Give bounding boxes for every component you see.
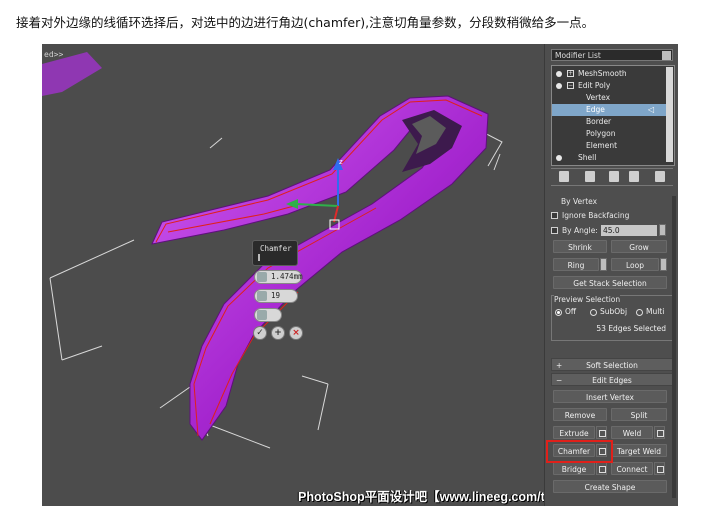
extrude-button[interactable]: Extrude	[553, 426, 595, 439]
stack-scrollbar[interactable]	[666, 67, 673, 162]
stack-item-shell[interactable]: Shell	[552, 152, 666, 164]
preview-selection-group: Preview Selection Off SubObj Multi 53 Ed…	[551, 295, 673, 341]
chamfer-amount-icon	[257, 272, 267, 282]
apply-icon[interactable]: +	[271, 326, 285, 340]
extrude-settings-icon[interactable]	[596, 426, 607, 439]
chamfer-segments-value: 19	[271, 291, 281, 300]
shrink-button[interactable]: Shrink	[553, 240, 607, 253]
tutorial-caption: 接着对外边缘的线循环选择后，对选中的边进行角边(chamfer),注意切角量参数…	[16, 15, 595, 30]
chevron-down-icon[interactable]	[662, 51, 671, 60]
stack-item-border[interactable]: Border	[552, 116, 666, 128]
insert-vertex-button[interactable]: Insert Vertex	[553, 390, 667, 403]
chamfer-segments-spinner[interactable]: 19	[254, 289, 298, 303]
by-angle-check[interactable]	[551, 227, 558, 234]
ignore-backfacing-check[interactable]	[551, 212, 558, 219]
make-unique-icon[interactable]	[609, 171, 619, 182]
ring-button[interactable]: Ring	[553, 258, 599, 271]
stack-item-element[interactable]: Element	[552, 140, 666, 152]
chamfer-open-icon	[257, 310, 267, 320]
remove-button[interactable]: Remove	[553, 408, 607, 421]
cancel-icon[interactable]: ×	[289, 326, 303, 340]
expand-icon[interactable]: +	[567, 70, 574, 77]
configure-sets-icon[interactable]	[655, 171, 665, 182]
command-panel-scrollbar[interactable]	[672, 196, 676, 498]
modifier-list-dropdown[interactable]: Modifier List	[551, 49, 673, 61]
soft-selection-rollout[interactable]: + Soft Selection	[551, 358, 673, 371]
modifier-stack: + MeshSmooth − Edit Poly Vertex Edge ◁ B…	[551, 65, 675, 166]
stack-item-edit-poly[interactable]: − Edit Poly	[552, 80, 666, 92]
bridge-settings-icon[interactable]	[596, 462, 607, 475]
preview-subobj-radio[interactable]	[590, 309, 597, 316]
command-panel: Modifier List + MeshSmooth − Edit Poly V…	[544, 44, 678, 506]
lightbulb-icon[interactable]	[556, 83, 562, 89]
weld-settings-icon[interactable]	[654, 426, 665, 439]
grow-button[interactable]: Grow	[611, 240, 667, 253]
preview-selection-label: Preview Selection	[554, 295, 621, 304]
stack-item-meshsmooth[interactable]: + MeshSmooth	[552, 68, 666, 80]
pin-stack-icon[interactable]	[559, 171, 569, 182]
lightbulb-icon[interactable]	[556, 71, 562, 77]
background-object	[42, 52, 102, 96]
edit-edges-rollout[interactable]: − Edit Edges	[551, 373, 673, 386]
chamfer-highlight-box	[546, 440, 613, 463]
edit-icon: ◁	[648, 105, 655, 114]
chamfer-amount-spinner[interactable]: 1.474mm	[254, 270, 303, 284]
by-angle-input[interactable]: 45.0	[601, 225, 657, 236]
ring-spinner[interactable]	[600, 258, 607, 271]
max-screenshot: ed>> z Chamfer 1.474mm 19 ✓ + × PhotoSho…	[42, 44, 678, 506]
get-stack-selection-button[interactable]: Get Stack Selection	[553, 276, 667, 289]
split-button[interactable]: Split	[611, 408, 667, 421]
lightbulb-icon[interactable]	[556, 155, 562, 161]
svg-text:z: z	[339, 158, 343, 166]
perspective-viewport[interactable]: ed>> z Chamfer 1.474mm 19 ✓ + × PhotoSho…	[42, 44, 544, 506]
by-vertex-row[interactable]: By Vertex	[561, 197, 597, 206]
loop-spinner[interactable]	[660, 258, 667, 271]
collapse-icon: −	[556, 376, 563, 385]
chamfer-open-toggle[interactable]	[254, 308, 282, 322]
ok-icon[interactable]: ✓	[253, 326, 267, 340]
bridge-button[interactable]: Bridge	[553, 462, 595, 475]
preview-off-radio[interactable]	[555, 309, 562, 316]
chamfer-amount-value: 1.474mm	[271, 272, 303, 281]
loop-button[interactable]: Loop	[611, 258, 659, 271]
create-shape-button[interactable]: Create Shape	[553, 480, 667, 493]
selection-status: 53 Edges Selected	[596, 324, 666, 333]
chamfer-caddy-label: Chamfer	[260, 244, 292, 253]
connect-button[interactable]: Connect	[611, 462, 653, 475]
preview-multi-radio[interactable]	[636, 309, 643, 316]
chamfer-segments-icon	[257, 291, 267, 301]
stack-item-vertex[interactable]: Vertex	[552, 92, 666, 104]
show-end-result-icon[interactable]	[585, 171, 595, 182]
weld-button[interactable]: Weld	[611, 426, 653, 439]
chamfer-caddy-title: Chamfer	[252, 240, 298, 266]
modifier-list-label: Modifier List	[555, 51, 601, 60]
watermark-text: PhotoShop平面设计吧【www.lineeg.com/tieba/1783…	[298, 490, 544, 504]
by-angle-spinner[interactable]	[659, 224, 666, 236]
connect-settings-icon[interactable]	[654, 462, 665, 475]
collapse-icon[interactable]: −	[567, 82, 574, 89]
stack-item-polygon[interactable]: Polygon	[552, 128, 666, 140]
remove-modifier-icon[interactable]	[629, 171, 639, 182]
stack-toolbar	[551, 168, 673, 186]
expand-icon: +	[556, 361, 563, 370]
stack-item-edge[interactable]: Edge ◁	[552, 104, 666, 116]
target-weld-button[interactable]: Target Weld	[611, 444, 667, 457]
